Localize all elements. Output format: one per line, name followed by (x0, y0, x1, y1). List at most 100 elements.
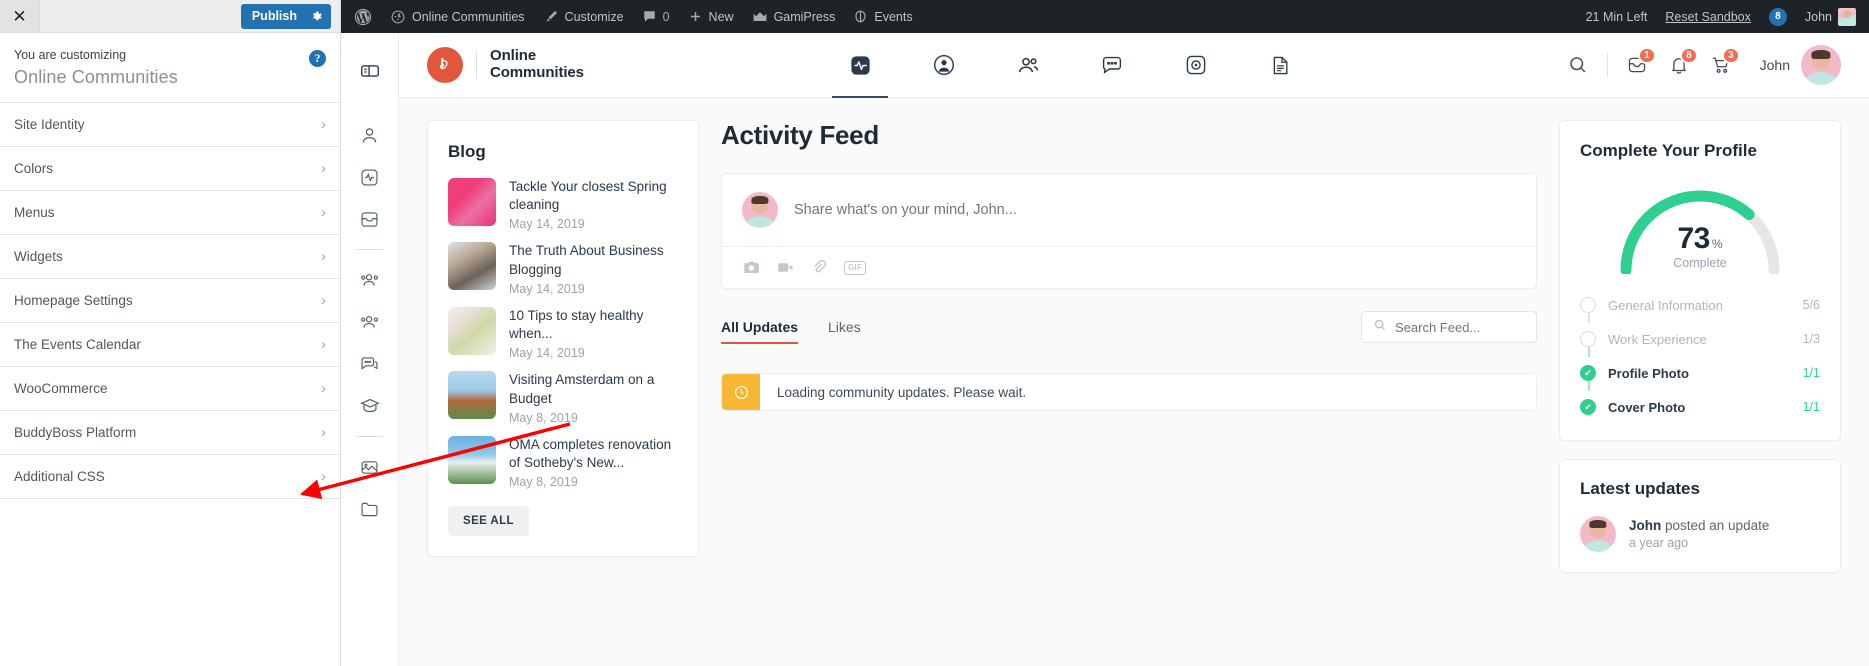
video-icon[interactable] (776, 258, 795, 277)
media-icon[interactable] (349, 446, 391, 488)
customizer-section-the-events-calendar[interactable]: The Events Calendar › (0, 322, 340, 367)
customizer-section-label: BuddyBoss Platform (14, 424, 137, 440)
photo-icon[interactable] (742, 258, 761, 277)
members-icon[interactable] (349, 259, 391, 301)
feed-tabs: All Updates Likes (721, 311, 1537, 352)
wordpress-menu[interactable] (345, 0, 381, 33)
list-item[interactable]: 10 Tips to stay healthy when... May 14, 2… (448, 306, 678, 360)
customizer-section-menus[interactable]: Menus › (0, 190, 340, 235)
profile-progress-gauge: 73% Complete (1580, 176, 1820, 276)
new-menu[interactable]: New (679, 0, 743, 33)
nav-item-media[interactable] (1154, 33, 1238, 98)
blog-widget: Blog Tackle Your closest Spring cleaning… (427, 120, 699, 558)
reset-sandbox-link[interactable]: Reset Sandbox (1656, 0, 1759, 33)
customizer-section-buddyboss-platform[interactable]: BuddyBoss Platform › (0, 410, 340, 455)
chevron-right-icon: › (321, 423, 326, 441)
nav-item-members[interactable] (986, 33, 1070, 98)
events-menu[interactable]: Events (844, 0, 921, 33)
customize-menu[interactable]: Customize (534, 0, 633, 33)
adminbar-notifications[interactable]: 8 (1760, 0, 1796, 33)
bell-icon[interactable]: 8 (1658, 44, 1700, 86)
tab-likes[interactable]: Likes (828, 319, 861, 344)
groups-icon[interactable] (349, 301, 391, 343)
attachment-icon[interactable] (810, 258, 829, 277)
dashboard-icon (390, 9, 406, 25)
profile-step-label: Work Experience (1608, 331, 1707, 347)
nav-item-activity[interactable] (818, 33, 902, 98)
feed-search[interactable] (1361, 311, 1537, 343)
comments-menu[interactable]: 0 (633, 0, 679, 33)
forums-icon[interactable] (349, 343, 391, 385)
page-content: Blog Tackle Your closest Spring cleaning… (399, 98, 1869, 666)
customizer-section-woocommerce[interactable]: WooCommerce › (0, 366, 340, 411)
tab-all-updates[interactable]: All Updates (721, 319, 799, 344)
customizer-panel: ✕ Publish You are customizing Online Com… (0, 0, 341, 666)
site-main: Online Communities 1 8 3 John Blog Tackl… (399, 33, 1869, 666)
gif-icon[interactable]: GIF (844, 260, 866, 275)
messages-icon[interactable]: 1 (1616, 44, 1658, 86)
blog-widget-title: Blog (448, 142, 486, 161)
brand-mark-icon (427, 47, 463, 83)
activity-icon[interactable] (349, 156, 391, 198)
post-title: Visiting Amsterdam on a Budget (509, 372, 655, 406)
customizer-section-homepage-settings[interactable]: Homepage Settings › (0, 278, 340, 323)
nav-item-profile[interactable] (902, 33, 986, 98)
avatar (742, 192, 778, 228)
account-menu[interactable]: John (1796, 0, 1865, 33)
publish-button-label: Publish (251, 9, 297, 23)
inbox-icon[interactable] (349, 198, 391, 240)
chevron-right-icon: › (321, 379, 326, 397)
profile-step[interactable]: General Information 5/6 (1580, 288, 1820, 323)
gear-icon[interactable] (308, 10, 331, 23)
nav-item-documents[interactable] (1238, 33, 1322, 98)
profile-icon[interactable] (349, 114, 391, 156)
primary-nav (584, 33, 1557, 98)
post-date: May 14, 2019 (509, 217, 585, 232)
post-title: The Truth About Business Blogging (509, 243, 664, 277)
list-item[interactable]: Tackle Your closest Spring cleaning May 1… (448, 178, 678, 231)
profile-step[interactable]: ✔ Profile Photo 1/1 (1580, 356, 1820, 391)
gauge-percent-symbol: % (1711, 237, 1723, 251)
chevron-right-icon: › (321, 203, 326, 221)
update-user: John (1629, 518, 1662, 533)
close-icon[interactable]: ✕ (0, 0, 40, 32)
profile-step[interactable]: Work Experience 1/3 (1580, 322, 1820, 357)
chevron-right-icon: › (321, 115, 326, 133)
chevron-right-icon: › (321, 247, 326, 265)
cart-icon[interactable]: 3 (1700, 44, 1742, 86)
site-name-menu[interactable]: Online Communities (381, 0, 534, 33)
customizer-section-label: The Events Calendar (14, 336, 141, 352)
step-connector (1587, 381, 1590, 391)
list-item[interactable]: OMA completes renovation of Sotheby's Ne… (448, 435, 678, 489)
publish-button[interactable]: Publish (240, 3, 331, 29)
search-icon[interactable] (1557, 44, 1599, 86)
composer-input[interactable] (794, 202, 1516, 218)
user-menu[interactable]: John (1760, 45, 1841, 85)
brush-icon (543, 9, 559, 25)
search-feed-input[interactable] (1395, 319, 1525, 335)
courses-icon[interactable] (349, 385, 391, 427)
customizer-section-additional-css[interactable]: Additional CSS › (0, 454, 340, 499)
gamipress-menu[interactable]: GamiPress (743, 0, 845, 33)
step-connector (1587, 313, 1590, 323)
profile-steps: General Information 5/6 Work Experience 1/3… (1580, 288, 1820, 424)
customizer-section-site-identity[interactable]: Site Identity › (0, 102, 340, 147)
post-title: Tackle Your closest Spring cleaning (509, 179, 667, 213)
list-item[interactable]: The Truth About Business Blogging May 14,… (448, 242, 678, 296)
customizer-section-widgets[interactable]: Widgets › (0, 234, 340, 279)
documents-icon[interactable] (349, 488, 391, 530)
gauge-label: 73% Complete (1610, 222, 1790, 270)
list-item[interactable]: Visiting Amsterdam on a Budget May 8, 201… (448, 371, 678, 425)
customizer-section-colors[interactable]: Colors › (0, 146, 340, 191)
sidebar-toggle-icon[interactable] (349, 50, 391, 92)
events-icon (853, 9, 868, 24)
wp-admin-bar: Online Communities Customize 0 New GamiP… (341, 0, 1869, 33)
nav-item-messages[interactable] (1070, 33, 1154, 98)
see-all-button[interactable]: SEE ALL (448, 506, 529, 537)
loading-notice: Loading community updates. Please wait. (721, 373, 1537, 411)
site-logo[interactable]: Online Communities (427, 47, 584, 83)
profile-step[interactable]: ✔ Cover Photo 1/1 (1580, 390, 1820, 424)
help-icon[interactable]: ? (309, 50, 326, 67)
publish-group: Publish (240, 0, 340, 32)
list-item[interactable]: John posted an update a year ago (1580, 516, 1820, 552)
